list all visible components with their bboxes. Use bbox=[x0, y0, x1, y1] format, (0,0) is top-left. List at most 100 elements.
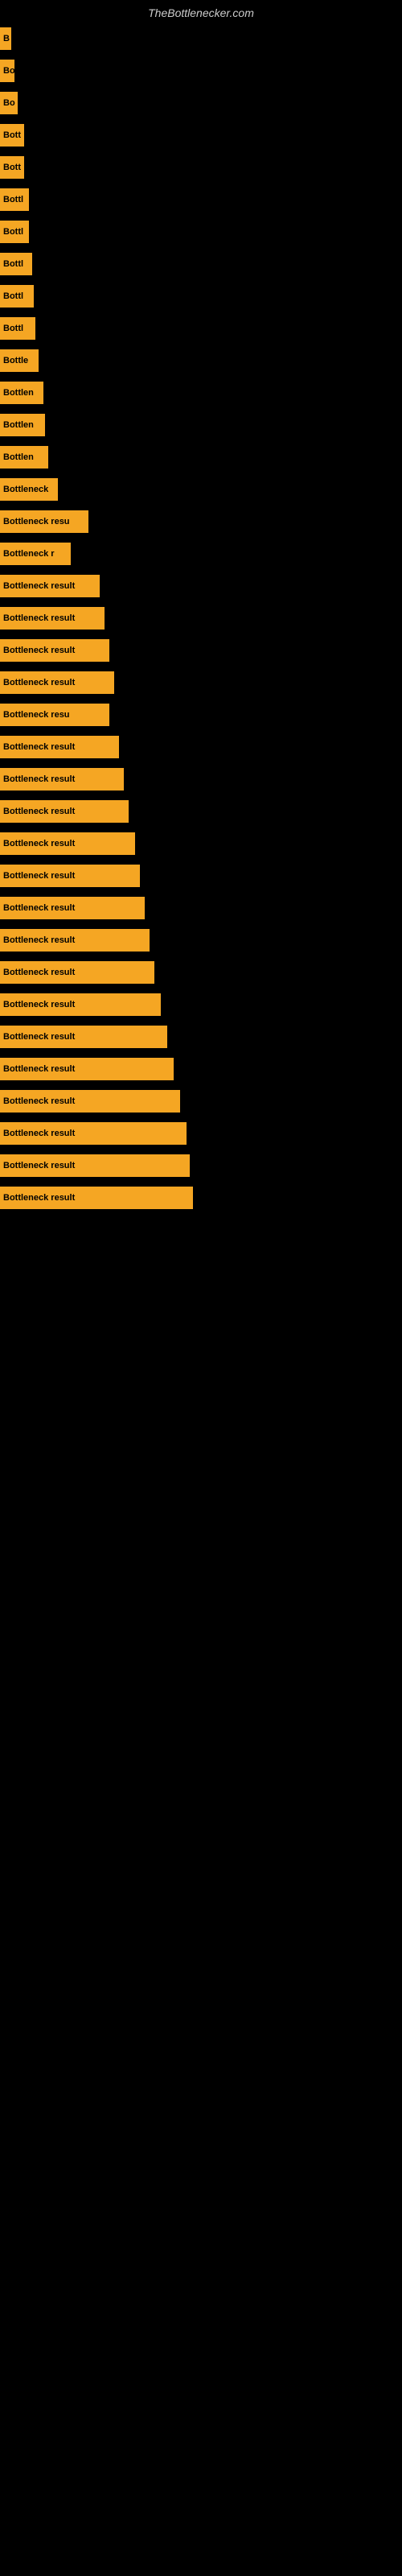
bar-row: Bottlen bbox=[0, 409, 402, 441]
bar-item: Bottleneck result bbox=[0, 575, 100, 597]
bar-row: Bott bbox=[0, 151, 402, 184]
bar-label: Bottleneck result bbox=[3, 968, 75, 977]
bar-row: Bottleneck result bbox=[0, 667, 402, 699]
bar-row: Bottleneck result bbox=[0, 731, 402, 763]
bar-row: Bottleneck result bbox=[0, 989, 402, 1021]
bar-label: Bottleneck result bbox=[3, 613, 75, 623]
site-title: TheBottlenecker.com bbox=[0, 0, 402, 23]
bar-row: Bottleneck result bbox=[0, 1085, 402, 1117]
bar-label: Bottleneck result bbox=[3, 581, 75, 591]
bar-label: Bottleneck result bbox=[3, 903, 75, 913]
bar-item: Bottleneck result bbox=[0, 1122, 187, 1145]
bar-row: Bott bbox=[0, 119, 402, 151]
bar-label: Bottleneck result bbox=[3, 742, 75, 752]
bar-row: Bottleneck result bbox=[0, 892, 402, 924]
bar-item: Bottl bbox=[0, 253, 32, 275]
bar-label: Bottleneck result bbox=[3, 839, 75, 848]
bar-row: Bo bbox=[0, 55, 402, 87]
bar-row: Bottleneck result bbox=[0, 570, 402, 602]
bar-label: Bottleneck result bbox=[3, 871, 75, 881]
bar-item: Bottlen bbox=[0, 446, 48, 469]
bar-label: Bottleneck result bbox=[3, 1096, 75, 1106]
bar-item: Bottleneck resu bbox=[0, 704, 109, 726]
bar-label: Bottleneck bbox=[3, 485, 48, 494]
bar-item: Bottleneck result bbox=[0, 1187, 193, 1209]
bar-label: Bottl bbox=[3, 291, 23, 301]
bar-item: Bottleneck r bbox=[0, 543, 71, 565]
bar-label: Bott bbox=[3, 130, 21, 140]
bar-label: Bottleneck result bbox=[3, 1161, 75, 1170]
bar-label: Bottleneck result bbox=[3, 807, 75, 816]
bar-label: Bo bbox=[3, 98, 15, 108]
bar-row: Bottleneck result bbox=[0, 924, 402, 956]
bar-row: Bottleneck result bbox=[0, 795, 402, 828]
bar-row: Bottl bbox=[0, 280, 402, 312]
bar-label: Bottl bbox=[3, 259, 23, 269]
bar-item: Bottleneck result bbox=[0, 1026, 167, 1048]
bar-label: B bbox=[3, 34, 10, 43]
bar-row: Bottle bbox=[0, 345, 402, 377]
bar-item: Bo bbox=[0, 92, 18, 114]
bar-item: Bottl bbox=[0, 285, 34, 308]
bar-label: Bottleneck result bbox=[3, 774, 75, 784]
bar-label: Bottl bbox=[3, 324, 23, 333]
bar-label: Bottleneck result bbox=[3, 646, 75, 655]
bar-label: Bottleneck result bbox=[3, 678, 75, 687]
bar-row: Bottleneck result bbox=[0, 860, 402, 892]
bar-label: Bottleneck result bbox=[3, 1064, 75, 1074]
bar-item: Bottl bbox=[0, 317, 35, 340]
bar-item: Bottleneck result bbox=[0, 1090, 180, 1113]
bar-row: Bottl bbox=[0, 216, 402, 248]
bar-label: Bottleneck resu bbox=[3, 710, 70, 720]
bar-row: Bottleneck result bbox=[0, 634, 402, 667]
bar-item: Bottleneck result bbox=[0, 671, 114, 694]
bar-row: Bottleneck result bbox=[0, 956, 402, 989]
bar-row: Bottlen bbox=[0, 377, 402, 409]
bar-row: Bottleneck result bbox=[0, 828, 402, 860]
bar-item: Bottleneck result bbox=[0, 865, 140, 887]
bar-row: Bottleneck result bbox=[0, 1182, 402, 1214]
bar-label: Bottleneck resu bbox=[3, 517, 70, 526]
bar-row: Bottleneck resu bbox=[0, 506, 402, 538]
bar-row: Bo bbox=[0, 87, 402, 119]
bar-row: Bottleneck resu bbox=[0, 699, 402, 731]
bar-item: Bottleneck result bbox=[0, 993, 161, 1016]
bar-item: Bottl bbox=[0, 188, 29, 211]
bar-row: Bottleneck result bbox=[0, 602, 402, 634]
bar-item: Bottleneck bbox=[0, 478, 58, 501]
bar-item: Bottl bbox=[0, 221, 29, 243]
bar-row: Bottleneck result bbox=[0, 1021, 402, 1053]
bar-item: Bottleneck result bbox=[0, 768, 124, 791]
bar-item: Bottleneck result bbox=[0, 897, 145, 919]
bar-row: Bottl bbox=[0, 184, 402, 216]
bar-label: Bottl bbox=[3, 195, 23, 204]
bar-item: Bottleneck result bbox=[0, 1058, 174, 1080]
bar-label: Bottleneck result bbox=[3, 1193, 75, 1203]
bar-item: Bottleneck result bbox=[0, 639, 109, 662]
bar-item: Bottleneck result bbox=[0, 832, 135, 855]
bar-item: Bottlen bbox=[0, 414, 45, 436]
bar-label: Bottleneck result bbox=[3, 1000, 75, 1009]
bar-row: Bottl bbox=[0, 312, 402, 345]
bar-label: Bottlen bbox=[3, 420, 34, 430]
bar-row: Bottleneck bbox=[0, 473, 402, 506]
bar-item: Bott bbox=[0, 124, 24, 147]
bar-label: Bottleneck result bbox=[3, 1129, 75, 1138]
bar-item: Bott bbox=[0, 156, 24, 179]
bar-item: Bo bbox=[0, 60, 14, 82]
bar-label: Bottlen bbox=[3, 388, 34, 398]
bars-container: B Bo Bo Bott Bott Bottl Bottl Bottl Bottl Bottl Bo… bbox=[0, 23, 402, 1214]
bar-label: Bottleneck result bbox=[3, 1032, 75, 1042]
bar-row: Bottl bbox=[0, 248, 402, 280]
bar-label: Bottlen bbox=[3, 452, 34, 462]
bar-label: Bottleneck r bbox=[3, 549, 55, 559]
bar-row: Bottleneck result bbox=[0, 1053, 402, 1085]
bar-row: Bottlen bbox=[0, 441, 402, 473]
bar-item: Bottleneck result bbox=[0, 800, 129, 823]
bar-label: Bottle bbox=[3, 356, 28, 365]
bar-item: Bottle bbox=[0, 349, 39, 372]
bar-row: Bottleneck result bbox=[0, 1117, 402, 1150]
bar-row: B bbox=[0, 23, 402, 55]
bar-row: Bottleneck result bbox=[0, 1150, 402, 1182]
bar-item: Bottleneck result bbox=[0, 1154, 190, 1177]
